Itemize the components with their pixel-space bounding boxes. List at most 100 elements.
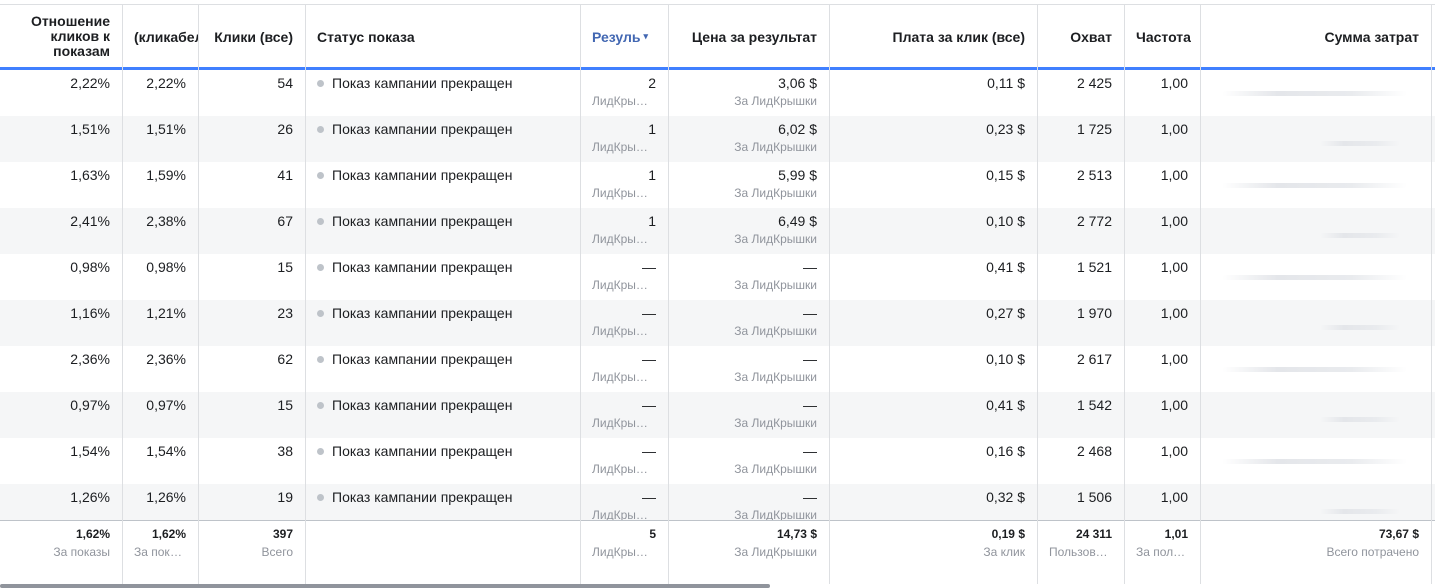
col-header-status[interactable]: Статус показа [305, 5, 580, 68]
column-divider[interactable] [1124, 4, 1125, 584]
redacted-spend [1320, 417, 1400, 422]
col-header-reach[interactable]: Охват [1037, 5, 1124, 68]
cell-results: — ЛидКрышки [580, 392, 668, 438]
cell-value: 5,99 $ [778, 167, 817, 183]
cell-value: 6,49 $ [778, 213, 817, 229]
col-header-status-label: Статус показа [317, 28, 415, 45]
column-divider[interactable] [1037, 4, 1038, 584]
table-row[interactable]: 2,22% 2,22% 54 Показ кампании прекращен 2 Лид… [0, 70, 1435, 116]
total-results-sub: ЛидКрышки [592, 545, 656, 559]
cell-value: 23 [277, 305, 293, 321]
table-row[interactable]: 2,41% 2,38% 67 Показ кампании прекращен 1 Лид… [0, 208, 1435, 254]
col-header-results-label: Резуль [592, 28, 641, 45]
col-header-spend[interactable]: Сумма затрат [1200, 5, 1431, 68]
col-header-results[interactable]: Резуль ▾ [580, 5, 668, 68]
sort-caret-icon[interactable]: ▾ [644, 31, 649, 42]
column-divider[interactable] [305, 4, 306, 584]
cell-cpc: 0,15 $ [829, 162, 1037, 208]
cell-results: 1 ЛидКрышки [580, 162, 668, 208]
cell-value: 1,00 [1160, 259, 1188, 275]
redacted-spend [1222, 275, 1407, 280]
cell-freq: 1,00 [1124, 254, 1200, 300]
cell-ctr-all: 2,36% [122, 346, 198, 392]
total-ctr-all-value: 1,62% [151, 527, 186, 541]
column-divider[interactable] [829, 4, 830, 584]
column-divider[interactable] [198, 4, 199, 584]
cell-value: 0,41 $ [986, 397, 1025, 413]
cell-reach: 1 725 [1037, 116, 1124, 162]
cell-subtext: За ЛидКрышки [734, 462, 817, 476]
table-row[interactable]: 1,51% 1,51% 26 Показ кампании прекращен 1 Лид… [0, 116, 1435, 162]
total-ctr: 1,62% За показы [0, 527, 122, 559]
cell-value: 1 725 [1076, 121, 1112, 137]
cell-cost: 6,49 $ За ЛидКрышки [668, 208, 829, 254]
status-dot-icon [317, 264, 324, 271]
cell-value: — [803, 489, 817, 505]
total-frequency: 1,01 За пользователя [1124, 527, 1200, 559]
cell-value: 1 [648, 167, 656, 183]
col-header-cost-per-result[interactable]: Цена за результат [668, 5, 829, 68]
cell-ctr-all: 1,59% [122, 162, 198, 208]
cell-ctr: 1,16% [0, 300, 122, 346]
cell-subtext: За ЛидКрышки [734, 416, 817, 430]
cell-reach: 2 425 [1037, 70, 1124, 116]
cell-results: 1 ЛидКрышки [580, 208, 668, 254]
col-header-ctr-all[interactable]: (кликабельн [122, 5, 198, 68]
cell-value: 1,00 [1160, 351, 1188, 367]
cell-subtext: За ЛидКрышки [734, 140, 817, 154]
cell-value: 2,22% [70, 75, 110, 91]
cell-clicks: 15 [198, 392, 305, 438]
cell-value: — [642, 259, 656, 275]
table-row[interactable]: 2,36% 2,36% 62 Показ кампании прекращен — Лид… [0, 346, 1435, 392]
cell-value: 41 [277, 167, 293, 183]
col-header-clicks-all[interactable]: Клики (все) [198, 5, 305, 68]
status-dot-icon [317, 218, 324, 225]
cell-cost: — За ЛидКрышки [668, 346, 829, 392]
cell-value: — [642, 351, 656, 367]
horizontal-scrollbar[interactable] [0, 584, 770, 588]
cell-status: Показ кампании прекращен [305, 162, 580, 208]
cell-value: — [803, 259, 817, 275]
cell-value: 15 [277, 259, 293, 275]
redacted-spend [1320, 325, 1400, 330]
cell-subtext: За ЛидКрышки [734, 278, 817, 292]
cell-value: 1,00 [1160, 213, 1188, 229]
cell-reach: 1 970 [1037, 300, 1124, 346]
total-results: 5 ЛидКрышки [580, 527, 668, 559]
cell-value: Показ кампании прекращен [332, 167, 513, 183]
cell-value: 0,16 $ [986, 443, 1025, 459]
column-divider[interactable] [580, 4, 581, 584]
cell-value: 0,32 $ [986, 489, 1025, 505]
cell-value: 2,36% [70, 351, 110, 367]
col-header-ctr[interactable]: Отношение кликов к показам [0, 5, 122, 68]
total-clicks: 397 Всего [198, 527, 305, 559]
total-frequency-sub: За пользователя [1136, 545, 1188, 559]
table-row[interactable]: 0,97% 0,97% 15 Показ кампании прекращен — Лид… [0, 392, 1435, 438]
cell-cost: 6,02 $ За ЛидКрышки [668, 116, 829, 162]
total-ctr-sub: За показы [53, 545, 110, 559]
column-divider[interactable] [1200, 4, 1201, 584]
col-header-cost-per-result-label: Цена за результат [691, 28, 817, 45]
col-header-ctr-all-label: (кликабельн [134, 28, 198, 45]
total-ctr-all: 1,62% За показы [122, 527, 198, 559]
cell-value: — [642, 305, 656, 321]
cell-cost: 3,06 $ За ЛидКрышки [668, 70, 829, 116]
column-divider[interactable] [668, 4, 669, 584]
cell-value: 1,21% [146, 305, 186, 321]
col-header-cpc-all[interactable]: Плата за клик (все) [829, 5, 1037, 68]
col-header-frequency[interactable]: Частота [1124, 5, 1200, 68]
table-row[interactable]: 1,16% 1,21% 23 Показ кампании прекращен — Лид… [0, 300, 1435, 346]
cell-value: 2,36% [146, 351, 186, 367]
column-divider[interactable] [122, 4, 123, 584]
total-ctr-all-sub: За показы [134, 545, 186, 559]
cell-value: 1 521 [1076, 259, 1112, 275]
cell-cpc: 0,10 $ [829, 346, 1037, 392]
cell-value: 0,15 $ [986, 167, 1025, 183]
cell-value: Показ кампании прекращен [332, 443, 513, 459]
cell-status: Показ кампании прекращен [305, 208, 580, 254]
table-row[interactable]: 0,98% 0,98% 15 Показ кампании прекращен — Лид… [0, 254, 1435, 300]
cell-value: 1 542 [1076, 397, 1112, 413]
cell-value: 2 425 [1076, 75, 1112, 91]
table-row[interactable]: 1,63% 1,59% 41 Показ кампании прекращен 1 Лид… [0, 162, 1435, 208]
table-row[interactable]: 1,54% 1,54% 38 Показ кампании прекращен — Лид… [0, 438, 1435, 484]
